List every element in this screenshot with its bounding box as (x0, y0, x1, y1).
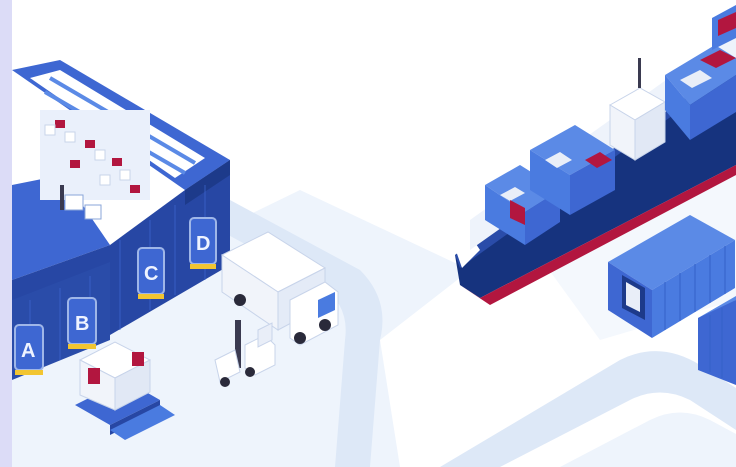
svg-text:A: A (21, 340, 35, 362)
svg-text:B: B (75, 313, 89, 335)
bay-door-c: C (137, 247, 165, 295)
svg-text:D: D (196, 233, 210, 255)
svg-text:C: C (144, 263, 158, 285)
logistics-illustration: A B C D (0, 0, 736, 467)
bay-door-b: B (67, 297, 97, 345)
bay-door-a: A (14, 324, 44, 371)
bay-door-d: D (189, 217, 217, 265)
warehouse-shelves (40, 110, 150, 200)
